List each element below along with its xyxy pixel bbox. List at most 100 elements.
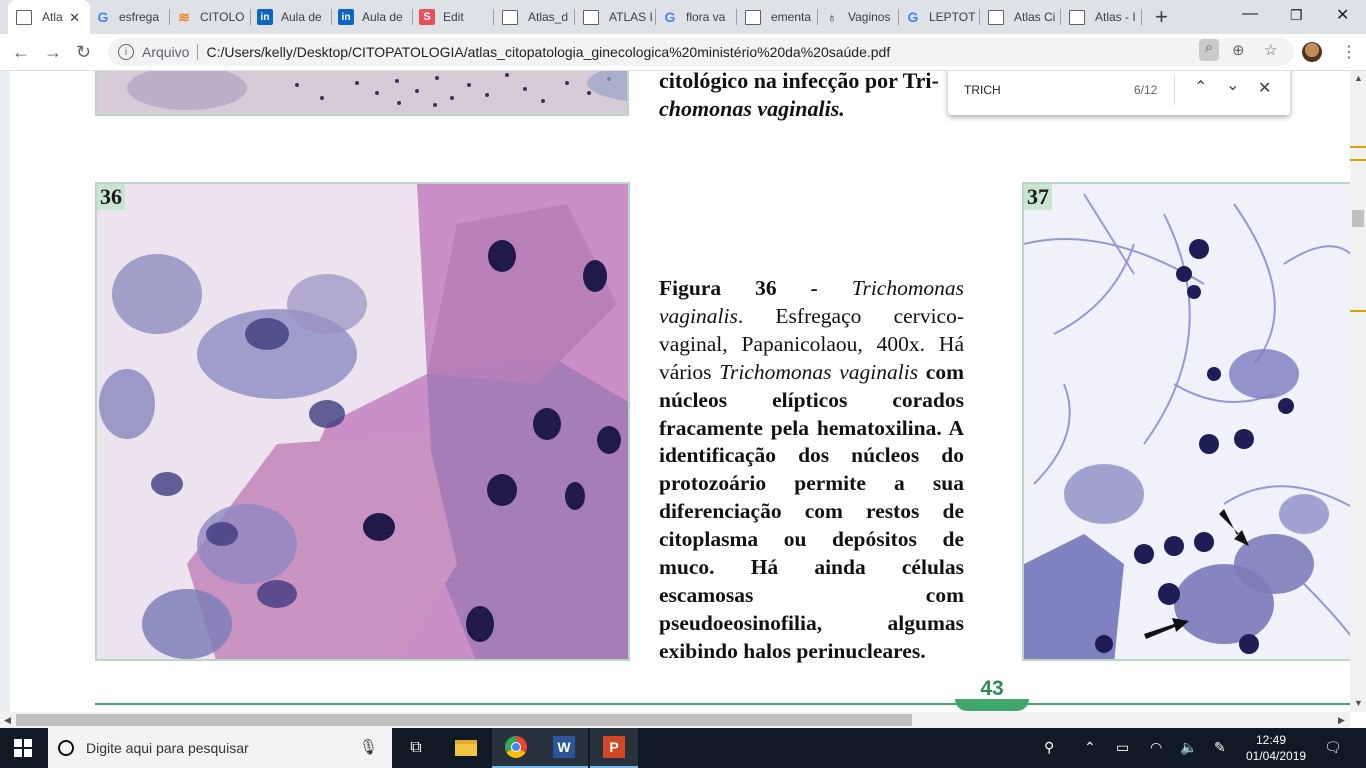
find-match-count: 6/12 <box>1134 83 1158 97</box>
close-window-button[interactable]: ✕ <box>1336 5 1349 25</box>
tab-label: ATLAS I <box>609 10 653 24</box>
notifications-icon[interactable]: 🗨 <box>1324 739 1342 756</box>
pdf-viewer[interactable]: citológico na infecção por Tri- chomonas… <box>0 71 1350 712</box>
restore-button[interactable]: ❐ <box>1290 7 1303 24</box>
pdf-doc-icon <box>583 9 599 25</box>
info-icon[interactable]: i <box>118 44 134 60</box>
tab-separator <box>1141 9 1142 25</box>
find-close-icon[interactable]: ✕ <box>1258 78 1271 98</box>
divider <box>197 44 199 60</box>
windows-taskbar: Digite aqui para pesquisar 🎙 ⧉ W P ⚲ ⌃ ▭… <box>0 728 1366 768</box>
scroll-left-icon[interactable]: ◀ <box>4 715 11 726</box>
battery-icon[interactable]: ▭ <box>1116 739 1129 756</box>
zoom-icon[interactable]: ⊕ <box>1232 41 1245 59</box>
browser-tab[interactable]: Gesfrega <box>89 0 170 34</box>
browser-tab[interactable]: ementa <box>737 0 818 34</box>
close-tab-icon[interactable]: ✕ <box>69 10 80 26</box>
people-icon[interactable]: ⚲ <box>1044 739 1054 756</box>
system-clock[interactable]: 12:49 01/04/2019 <box>1246 732 1307 764</box>
find-in-page-icon[interactable]: ⌕ <box>1199 39 1219 61</box>
tab-label: Atlas Ci <box>1014 10 1056 24</box>
task-view-icon[interactable]: ⧉ <box>392 728 440 768</box>
slides-icon: S <box>419 9 435 25</box>
tray-chevron-up-icon[interactable]: ⌃ <box>1084 739 1096 756</box>
address-bar[interactable]: i Arquivo C:/Users/kelly/Desktop/CITOPAT… <box>108 38 1294 66</box>
figure-36-number: 36 <box>97 184 125 210</box>
find-match-marker <box>1350 310 1366 312</box>
find-input[interactable]: TRICH <box>964 83 1001 97</box>
vertical-scrollbar[interactable]: ▲ ▼ <box>1350 71 1366 712</box>
browser-tab[interactable]: G LEPTOT <box>899 0 980 34</box>
browser-tab[interactable]: ♁ Vaginos <box>818 0 899 34</box>
tab-label: Aula de <box>362 10 403 24</box>
browser-tab[interactable]: ≋ CITOLO <box>170 0 251 34</box>
horizontal-scroll-thumb[interactable] <box>16 714 912 726</box>
tab-label: Vaginos <box>848 10 891 24</box>
browser-tab[interactable]: Atlas Ci <box>980 0 1061 34</box>
page-number: 43 <box>980 677 1004 700</box>
pen-icon[interactable]: ✎ <box>1214 739 1226 756</box>
tab-strip: Atla ✕ Gesfrega ≋ CITOLO in Aula de in Aula de S E… <box>0 0 1366 34</box>
scroll-right-icon[interactable]: ▶ <box>1338 715 1345 726</box>
previous-caption-line2: chomonas vaginalis. <box>659 96 845 121</box>
caption-species-2: Trichomonas vaginalis <box>719 359 919 384</box>
find-next-chevron-down-icon[interactable]: ⌄ <box>1226 75 1239 95</box>
tab-label: Atla <box>42 10 63 24</box>
page-gutter <box>0 71 10 712</box>
tab-label: Edit <box>443 10 464 24</box>
address-url[interactable]: C:/Users/kelly/Desktop/CITOPATOLOGIA/atl… <box>206 44 890 60</box>
minimize-button[interactable]: — <box>1242 5 1258 23</box>
new-tab-button[interactable]: + <box>1155 4 1168 30</box>
browser-tab[interactable]: Gflora va <box>656 0 737 34</box>
tab-label: CITOLO <box>200 10 245 24</box>
linkedin-icon: in <box>338 9 354 25</box>
caption-body: com núcleos elípticos corados fracamente… <box>659 359 964 663</box>
volume-icon[interactable]: 🔈 <box>1180 739 1197 756</box>
browser-tab[interactable]: Atlas - I <box>1061 0 1142 34</box>
address-scheme: Arquivo <box>142 44 190 60</box>
pdf-doc-icon <box>16 9 32 25</box>
powerpoint-icon[interactable]: P <box>590 728 638 768</box>
tab-label: esfrega <box>119 10 160 24</box>
figure-36-caption: Figura 36 - Trichomonas vaginalis. Esfre… <box>659 275 964 666</box>
menu-icon[interactable]: ⋮ <box>1341 42 1357 62</box>
browser-tab[interactable]: Atlas_d <box>494 0 575 34</box>
scroll-down-icon[interactable]: ▼ <box>1354 698 1363 708</box>
figure-36-image: 36 <box>95 182 630 661</box>
browser-tab[interactable]: S Edit <box>413 0 494 34</box>
taskbar-search-placeholder: Digite aqui para pesquisar <box>86 740 249 756</box>
windows-start-icon[interactable] <box>14 739 32 757</box>
previous-caption-line1: citológico na infecção por Tri- <box>659 71 939 93</box>
google-icon: G <box>907 9 919 25</box>
microphone-icon[interactable]: 🎙 <box>359 738 378 756</box>
figure-36-micrograph <box>97 184 628 659</box>
scroll-up-icon[interactable]: ▲ <box>1354 73 1363 83</box>
taskbar-search[interactable]: Digite aqui para pesquisar 🎙 <box>48 728 392 768</box>
micrograph-previous-image <box>97 71 627 114</box>
browser-toolbar: ← → ↻ i Arquivo C:/Users/kelly/Desktop/C… <box>0 34 1366 71</box>
clock-date: 01/04/2019 <box>1246 749 1307 763</box>
file-explorer-icon[interactable] <box>442 728 490 768</box>
browser-tab[interactable]: in Aula de <box>332 0 413 34</box>
browser-tab[interactable]: Atla ✕ <box>8 0 90 34</box>
vertical-scroll-thumb[interactable] <box>1352 210 1364 227</box>
pdf-doc-icon <box>1069 9 1085 25</box>
reload-icon[interactable]: ↻ <box>76 42 91 63</box>
find-previous-chevron-up-icon[interactable]: ⌃ <box>1194 77 1207 97</box>
forward-icon[interactable]: → <box>44 42 62 63</box>
linkedin-icon: in <box>257 9 273 25</box>
chrome-icon[interactable] <box>492 728 540 768</box>
figure-37-number: 37 <box>1024 184 1052 210</box>
wifi-icon[interactable]: ◠ <box>1150 739 1162 756</box>
browser-tab[interactable]: ATLAS I <box>575 0 656 34</box>
caption-lead: Figura 36 - <box>659 276 852 300</box>
footer-rule <box>95 703 1350 705</box>
bookmark-star-icon[interactable]: ☆ <box>1264 41 1277 59</box>
back-icon[interactable]: ← <box>12 42 30 63</box>
browser-tab[interactable]: in Aula de <box>251 0 332 34</box>
tab-label: Aula de <box>281 10 322 24</box>
profile-avatar[interactable] <box>1302 42 1322 62</box>
tab-label: Atlas_d <box>528 10 569 24</box>
tab-label: flora va <box>686 10 726 24</box>
word-icon[interactable]: W <box>540 728 588 768</box>
